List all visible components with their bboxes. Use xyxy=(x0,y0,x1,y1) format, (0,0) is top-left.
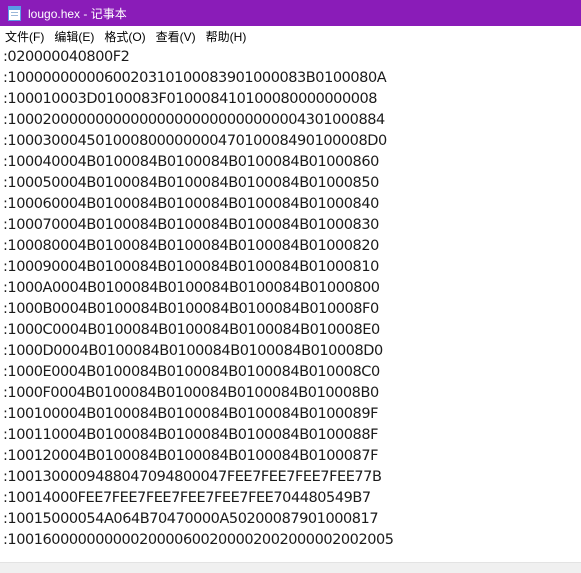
text-line: :100050004B0100084B0100084B0100084B01000… xyxy=(3,175,379,191)
menu-view[interactable]: 查看(V) xyxy=(151,28,201,45)
text-line: :1000D0004B0100084B0100084B0100084B01000… xyxy=(3,343,383,359)
text-line: :1000000000060020310100083901000083B0100… xyxy=(3,70,387,86)
text-line: :100160000000000200006002000020020000020… xyxy=(3,532,394,548)
text-line: :100020000000000000000000000000000430100… xyxy=(3,112,385,128)
text-line: :020000040800F2 xyxy=(3,49,130,65)
text-line: :100060004B0100084B0100084B0100084B01000… xyxy=(3,196,379,212)
text-line: :10015000054A064B70470000A50200087901000… xyxy=(3,511,379,527)
text-editor-area[interactable]: :020000040800F2 :10000000000600203101000… xyxy=(0,47,581,563)
window-title: lougo.hex - 记事本 xyxy=(28,6,127,21)
menu-help[interactable]: 帮助(H) xyxy=(201,28,252,45)
menu-edit[interactable]: 编辑(E) xyxy=(49,28,99,45)
horizontal-scrollbar[interactable] xyxy=(0,562,581,573)
text-line: :1000F0004B0100084B0100084B0100084B01000… xyxy=(3,385,379,401)
text-line: :1001300009488047094800047FEE7FEE7FEE7FE… xyxy=(3,469,382,485)
text-line: :10014000FEE7FEE7FEE7FEE7FEE7FEE70448054… xyxy=(3,490,371,506)
text-line: :100080004B0100084B0100084B0100084B01000… xyxy=(3,238,379,254)
title-bar[interactable]: lougo.hex - 记事本 xyxy=(0,0,581,26)
text-line: :100070004B0100084B0100084B0100084B01000… xyxy=(3,217,379,233)
menu-bar: 文件(F) 编辑(E) 格式(O) 查看(V) 帮助(H) xyxy=(0,26,581,47)
menu-format[interactable]: 格式(O) xyxy=(99,28,150,45)
text-line: :100100004B0100084B0100084B0100084B01000… xyxy=(3,406,379,422)
text-line: :100120004B0100084B0100084B0100084B01000… xyxy=(3,448,379,464)
text-line: :100090004B0100084B0100084B0100084B01000… xyxy=(3,259,379,275)
text-line: :1000E0004B0100084B0100084B0100084B01000… xyxy=(3,364,380,380)
text-line: :1000C0004B0100084B0100084B0100084B01000… xyxy=(3,322,380,338)
text-line: :100110004B0100084B0100084B0100084B01000… xyxy=(3,427,379,443)
text-line: :100010003D0100083F010008410100080000000… xyxy=(3,91,378,107)
text-line: :1000A0004B0100084B0100084B0100084B01000… xyxy=(3,280,380,296)
text-lines: :020000040800F2 :10000000000600203101000… xyxy=(0,47,581,551)
menu-file[interactable]: 文件(F) xyxy=(0,28,49,45)
notepad-icon xyxy=(8,5,21,21)
text-line: :1000B0004B0100084B0100084B0100084B01000… xyxy=(3,301,379,317)
text-line: :100030004501000800000000470100084901000… xyxy=(3,133,387,149)
text-line: :100040004B0100084B0100084B0100084B01000… xyxy=(3,154,379,170)
